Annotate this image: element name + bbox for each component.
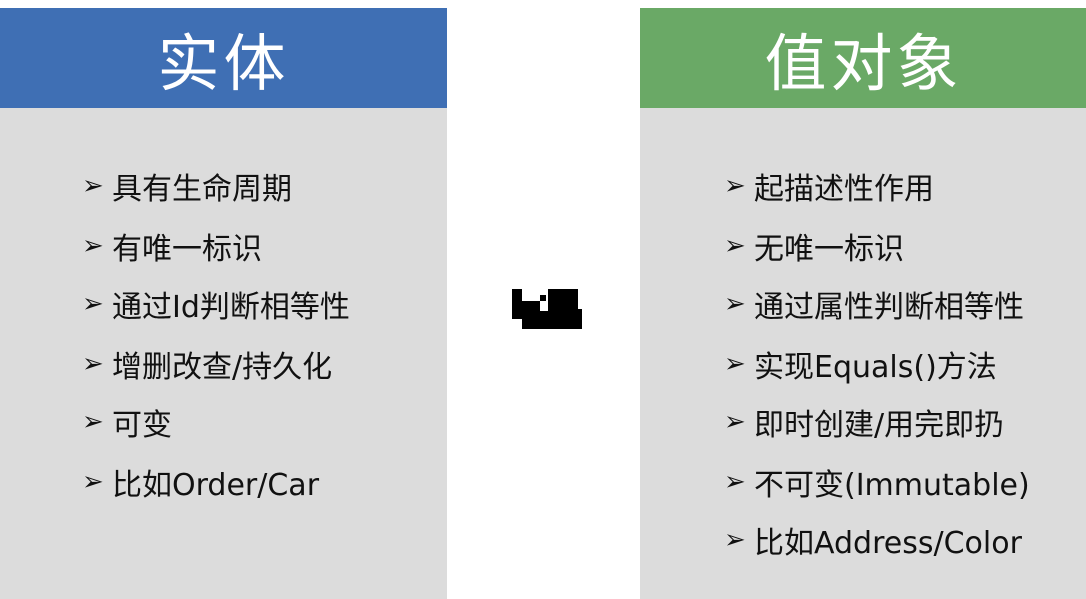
- arrow-bullet-icon: ➢: [82, 407, 104, 437]
- arrow-bullet-icon: ➢: [724, 407, 746, 437]
- entity-item: ➢ 增删改查/持久化: [82, 344, 333, 385]
- value-object-item: ➢ 实现Equals()方法: [724, 344, 997, 385]
- entity-item-text: 通过Id判断相等性: [112, 290, 350, 325]
- vs-mark-icon: [512, 289, 582, 329]
- value-object-item: ➢ 通过属性判断相等性: [724, 284, 1024, 325]
- value-object-panel: 值对象 ➢ 起描述性作用 ➢ 无唯一标识 ➢ 通过属性判断相等性 ➢ 实现Equ…: [640, 8, 1086, 599]
- comparison-diagram: 实体 ➢ 具有生命周期 ➢ 有唯一标识 ➢ 通过Id判断相等性 ➢ 增删改查/持…: [0, 0, 1086, 599]
- entity-item: ➢ 有唯一标识: [82, 226, 262, 267]
- value-object-item: ➢ 即时创建/用完即扔: [724, 402, 1005, 443]
- entity-title: 实体: [0, 8, 447, 108]
- value-object-item-text: 不可变(Immutable): [754, 468, 1030, 503]
- value-object-item-text: 即时创建/用完即扔: [754, 408, 1005, 443]
- entity-item-text: 具有生命周期: [112, 172, 292, 207]
- value-object-item-text: 通过属性判断相等性: [754, 290, 1024, 325]
- value-object-item: ➢ 起描述性作用: [724, 166, 934, 207]
- entity-item: ➢ 通过Id判断相等性: [82, 284, 350, 325]
- arrow-bullet-icon: ➢: [724, 289, 746, 319]
- value-object-item-text: 无唯一标识: [754, 232, 904, 267]
- entity-panel: 实体 ➢ 具有生命周期 ➢ 有唯一标识 ➢ 通过Id判断相等性 ➢ 增删改查/持…: [0, 8, 447, 599]
- entity-item: ➢ 具有生命周期: [82, 166, 292, 207]
- entity-item: ➢ 可变: [82, 402, 172, 443]
- arrow-bullet-icon: ➢: [82, 467, 104, 497]
- entity-item-text: 比如Order/Car: [112, 468, 320, 503]
- arrow-bullet-icon: ➢: [82, 349, 104, 379]
- arrow-bullet-icon: ➢: [724, 171, 746, 201]
- arrow-bullet-icon: ➢: [82, 289, 104, 319]
- value-object-item: ➢ 无唯一标识: [724, 226, 904, 267]
- entity-item: ➢ 比如Order/Car: [82, 462, 320, 503]
- arrow-bullet-icon: ➢: [724, 467, 746, 497]
- arrow-bullet-icon: ➢: [82, 231, 104, 261]
- arrow-bullet-icon: ➢: [724, 525, 746, 555]
- arrow-bullet-icon: ➢: [724, 231, 746, 261]
- arrow-bullet-icon: ➢: [82, 171, 104, 201]
- value-object-item-text: 起描述性作用: [754, 172, 934, 207]
- value-object-item-text: 比如Address/Color: [754, 526, 1022, 561]
- arrow-bullet-icon: ➢: [724, 349, 746, 379]
- entity-item-text: 有唯一标识: [112, 232, 262, 267]
- value-object-item: ➢ 不可变(Immutable): [724, 462, 1030, 503]
- value-object-item: ➢ 比如Address/Color: [724, 520, 1022, 561]
- value-object-item-text: 实现Equals()方法: [754, 350, 997, 385]
- value-object-title: 值对象: [640, 8, 1086, 108]
- entity-item-text: 增删改查/持久化: [112, 350, 333, 385]
- entity-item-text: 可变: [112, 408, 172, 443]
